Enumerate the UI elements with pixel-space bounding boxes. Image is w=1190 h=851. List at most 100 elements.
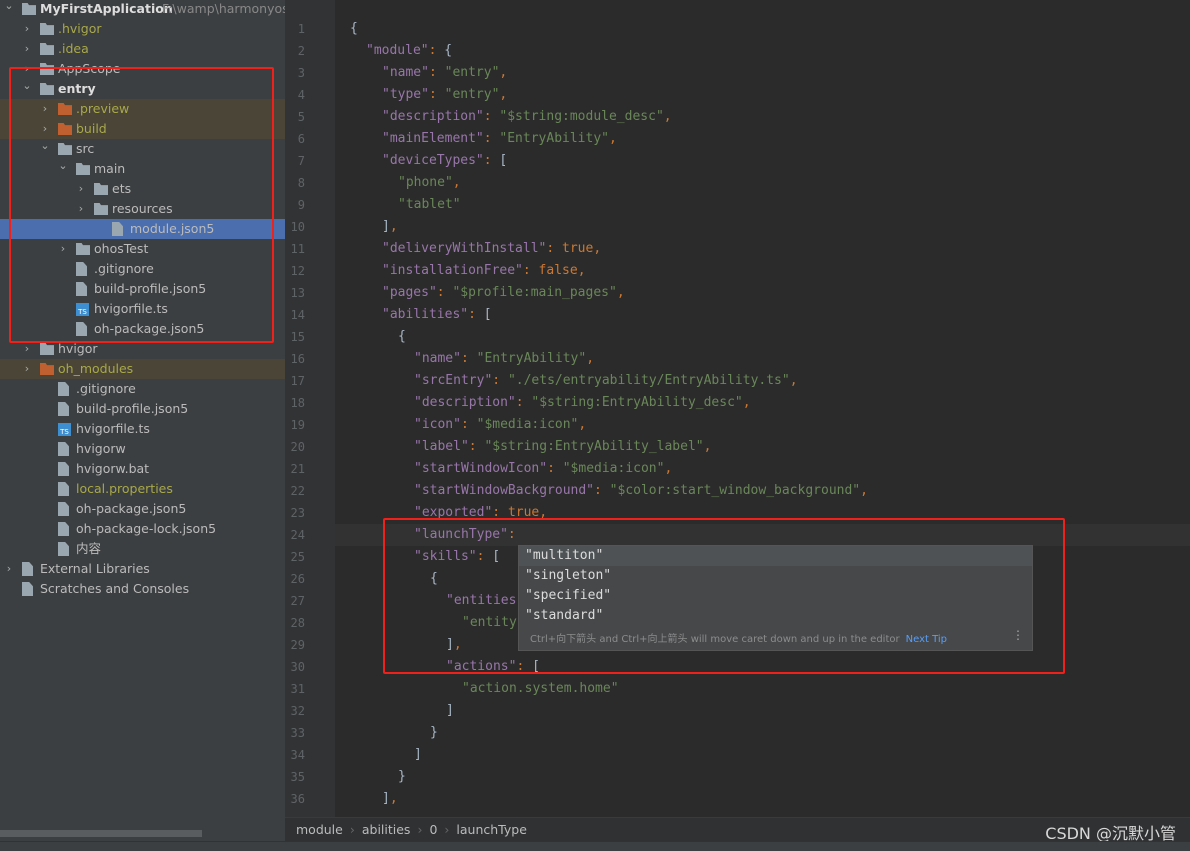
- code-line[interactable]: }: [430, 722, 438, 744]
- tree-item[interactable]: hvigorw.bat: [0, 459, 285, 479]
- code-line[interactable]: ],: [382, 788, 398, 810]
- tree-item[interactable]: › resources: [0, 199, 285, 219]
- line-number: 23: [290, 506, 305, 520]
- completion-tip: Ctrl+向下箭头 and Ctrl+向上箭头 will move caret …: [530, 630, 947, 645]
- code-line[interactable]: "action.system.home": [462, 678, 619, 700]
- code-line[interactable]: "launchType":: [414, 524, 524, 546]
- tree-item[interactable]: build-profile.json5: [0, 399, 285, 419]
- code-line[interactable]: ],: [446, 634, 462, 656]
- code-line[interactable]: ]: [414, 744, 422, 766]
- code-line[interactable]: "tablet": [398, 194, 461, 216]
- code-line[interactable]: ]: [446, 700, 454, 722]
- code-line[interactable]: "deviceTypes": [: [382, 150, 507, 172]
- code-line[interactable]: {: [350, 18, 358, 40]
- breadcrumb-item[interactable]: launchType: [456, 822, 526, 837]
- tree-item[interactable]: › hvigor: [0, 339, 285, 359]
- chevron-right-icon[interactable]: ›: [58, 239, 68, 259]
- tree-item[interactable]: › .preview: [0, 99, 285, 119]
- tree-item[interactable]: TS hvigorfile.ts: [0, 299, 285, 319]
- chevron-down-icon[interactable]: ⌄: [58, 156, 68, 176]
- code-line[interactable]: ],: [382, 216, 398, 238]
- tree-item[interactable]: local.properties: [0, 479, 285, 499]
- code-line[interactable]: "srcEntry": "./ets/entryability/EntryAbi…: [414, 370, 798, 392]
- tree-item-label: hvigorw: [76, 441, 126, 456]
- code-line[interactable]: "type": "entry",: [382, 84, 507, 106]
- breadcrumb-item[interactable]: abilities: [362, 822, 411, 837]
- tree-item[interactable]: oh-package.json5: [0, 319, 285, 339]
- tree-item[interactable]: › ets: [0, 179, 285, 199]
- line-number: 26: [290, 572, 305, 586]
- code-line[interactable]: "description": "$string:module_desc",: [382, 106, 672, 128]
- completion-option[interactable]: "multiton": [519, 546, 1032, 566]
- tree-item-label: oh-package.json5: [94, 321, 205, 336]
- chevron-right-icon[interactable]: ›: [40, 99, 50, 119]
- breadcrumb-separator-icon: ›: [444, 822, 450, 837]
- chevron-down-icon[interactable]: ⌄: [4, 0, 14, 16]
- code-line[interactable]: "pages": "$profile:main_pages",: [382, 282, 625, 304]
- more-options-icon[interactable]: ⋮: [1012, 628, 1024, 642]
- typescript-file-icon: TS: [58, 423, 71, 436]
- code-line[interactable]: "icon": "$media:icon",: [414, 414, 586, 436]
- code-line[interactable]: "mainElement": "EntryAbility",: [382, 128, 617, 150]
- tree-item[interactable]: ⌄ MyFirstApplication F:\wamp\harmonyos: [0, 0, 285, 19]
- chevron-right-icon[interactable]: ›: [22, 39, 32, 59]
- code-line[interactable]: "startWindowBackground": "$color:start_w…: [414, 480, 868, 502]
- code-line[interactable]: }: [398, 766, 406, 788]
- tree-item[interactable]: TS hvigorfile.ts: [0, 419, 285, 439]
- code-line[interactable]: "deliveryWithInstall": true,: [382, 238, 601, 260]
- tree-item[interactable]: oh-package.json5: [0, 499, 285, 519]
- chevron-right-icon[interactable]: ›: [76, 199, 86, 219]
- tree-item[interactable]: Scratches and Consoles: [0, 579, 285, 599]
- tree-item[interactable]: › External Libraries: [0, 559, 285, 579]
- chevron-right-icon[interactable]: ›: [4, 559, 14, 579]
- line-number: 32: [290, 704, 305, 718]
- tree-item[interactable]: ⌄ main: [0, 159, 285, 179]
- tree-item[interactable]: build-profile.json5: [0, 279, 285, 299]
- tree-item[interactable]: ⌄ src: [0, 139, 285, 159]
- code-line[interactable]: {: [398, 326, 406, 348]
- tree-item[interactable]: › ohosTest: [0, 239, 285, 259]
- tree-item[interactable]: module.json5: [0, 219, 285, 239]
- tree-item[interactable]: oh-package-lock.json5: [0, 519, 285, 539]
- completion-option[interactable]: "singleton": [519, 566, 1032, 586]
- tree-item[interactable]: 内容: [0, 539, 285, 559]
- tree-item-label: hvigorfile.ts: [94, 301, 168, 316]
- tree-item[interactable]: .gitignore: [0, 259, 285, 279]
- tree-item[interactable]: › .hvigor: [0, 19, 285, 39]
- code-line[interactable]: {: [430, 568, 438, 590]
- chevron-right-icon[interactable]: ›: [76, 179, 86, 199]
- breadcrumb-item[interactable]: 0: [429, 822, 437, 837]
- breadcrumb-item[interactable]: module: [296, 822, 343, 837]
- chevron-down-icon[interactable]: ⌄: [22, 76, 32, 96]
- completion-option[interactable]: "specified": [519, 586, 1032, 606]
- code-line[interactable]: "installationFree": false,: [382, 260, 586, 282]
- tree-item[interactable]: › AppScope: [0, 59, 285, 79]
- code-line[interactable]: "skills": [: [414, 546, 500, 568]
- line-number: 22: [290, 484, 305, 498]
- completion-option[interactable]: "standard": [519, 606, 1032, 626]
- tree-item-label: local.properties: [76, 481, 173, 496]
- json-file-icon: [112, 222, 123, 236]
- chevron-right-icon[interactable]: ›: [22, 19, 32, 39]
- chevron-right-icon[interactable]: ›: [22, 359, 32, 379]
- code-line[interactable]: "name": "EntryAbility",: [414, 348, 594, 370]
- code-line[interactable]: "abilities": [: [382, 304, 492, 326]
- horizontal-scrollbar[interactable]: [0, 830, 202, 837]
- code-line[interactable]: "description": "$string:EntryAbility_des…: [414, 392, 751, 414]
- code-line[interactable]: "label": "$string:EntryAbility_label",: [414, 436, 711, 458]
- code-line[interactable]: "module": {: [366, 40, 452, 62]
- code-line[interactable]: "name": "entry",: [382, 62, 507, 84]
- code-line[interactable]: "exported": true,: [414, 502, 547, 524]
- code-line[interactable]: "actions": [: [446, 656, 540, 678]
- code-line[interactable]: "startWindowIcon": "$media:icon",: [414, 458, 672, 480]
- tree-item[interactable]: hvigorw: [0, 439, 285, 459]
- code-line[interactable]: "phone",: [398, 172, 461, 194]
- tree-item[interactable]: › oh_modules: [0, 359, 285, 379]
- tree-item[interactable]: .gitignore: [0, 379, 285, 399]
- tree-item[interactable]: › .idea: [0, 39, 285, 59]
- tree-item[interactable]: ⌄ entry: [0, 79, 285, 99]
- next-tip-link[interactable]: Next Tip: [906, 634, 947, 645]
- chevron-down-icon[interactable]: ⌄: [40, 136, 50, 156]
- tree-item-label: ets: [112, 181, 132, 196]
- chevron-right-icon[interactable]: ›: [22, 339, 32, 359]
